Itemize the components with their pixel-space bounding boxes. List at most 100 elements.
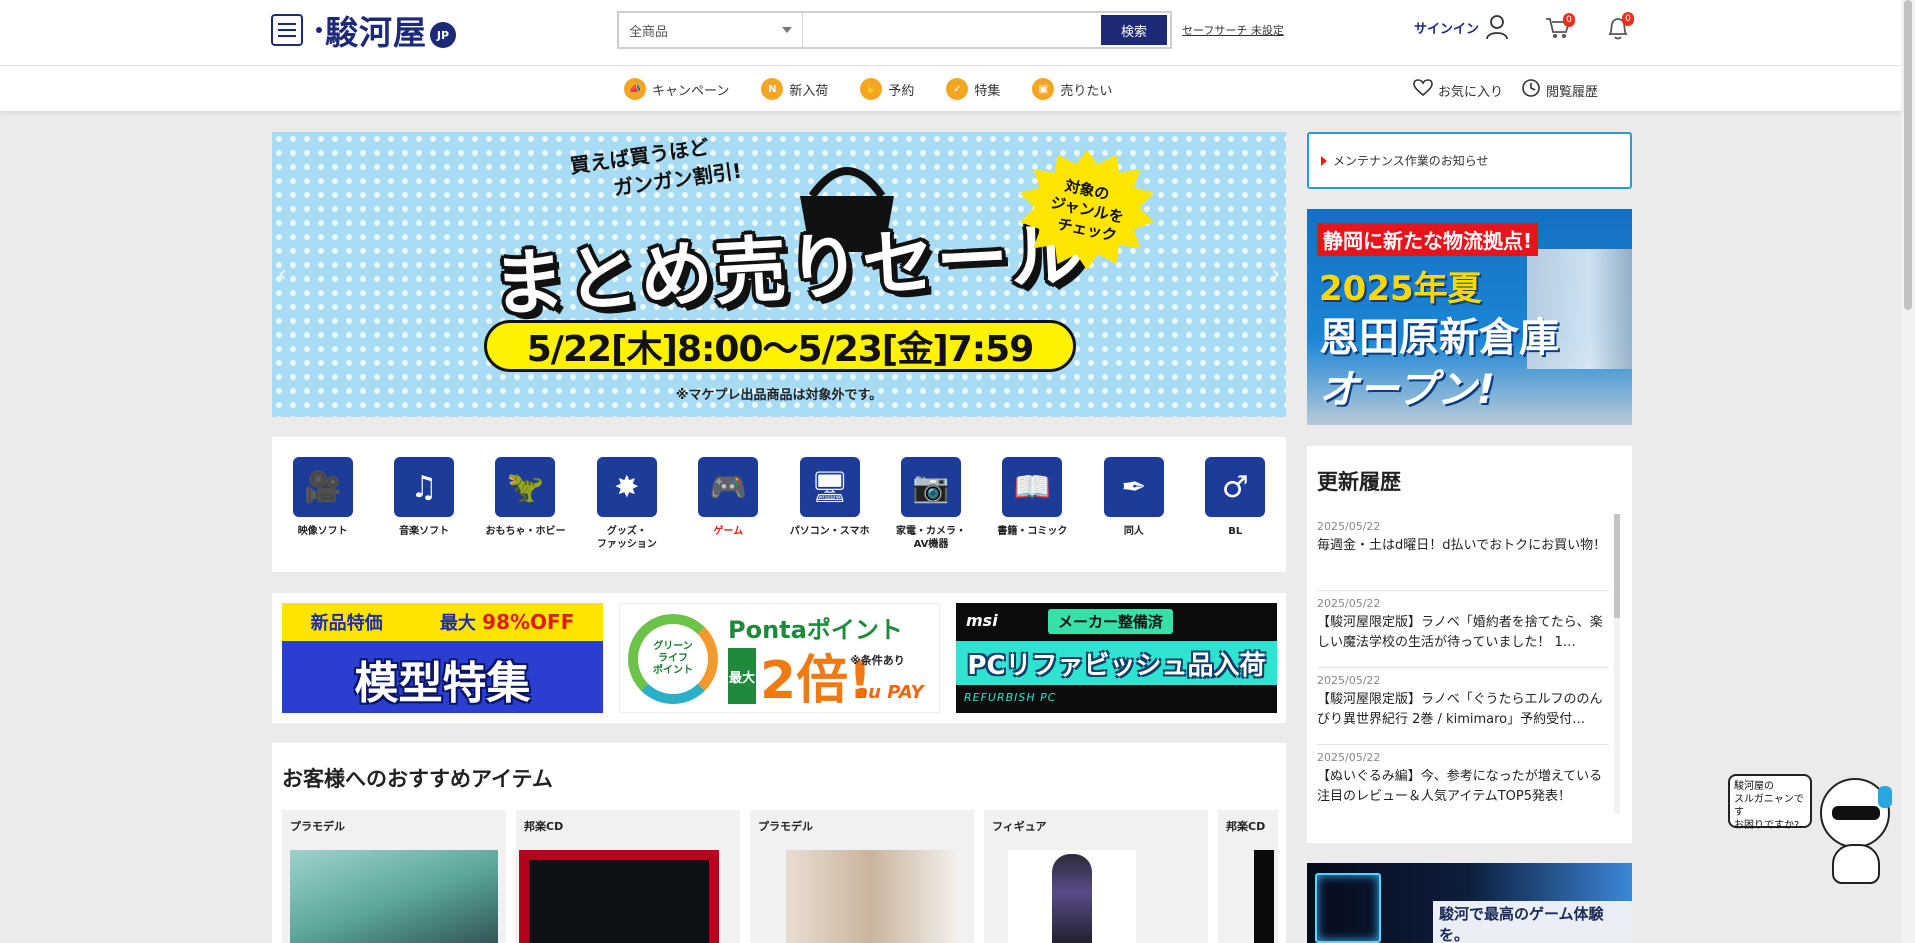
box-icon: ▣ <box>1032 78 1055 100</box>
category-label: 家電・カメラ・ AV機器 <box>896 526 967 550</box>
product-card[interactable]: プラモデル <box>282 810 506 943</box>
notification-count-badge: 0 <box>1622 12 1634 26</box>
category-goods[interactable]: ✸ グッズ・ ファッション <box>576 457 677 572</box>
music-note-icon: ♫ <box>394 457 455 517</box>
scrollbar-thumb[interactable] <box>1904 0 1912 310</box>
update-text[interactable]: 毎週金・土はd曜日！d払いでおトクにお買い物！ <box>1317 536 1609 556</box>
category-label: 同人 <box>1123 526 1144 537</box>
nav-right: お気に入り 閲覧履歴 <box>1413 78 1598 102</box>
category-doujin[interactable]: ✒ 同人 <box>1083 457 1184 572</box>
promo-date: 2025年夏 <box>1319 269 1482 309</box>
carousel-next-arrow[interactable]: › <box>1271 262 1280 287</box>
product-image[interactable] <box>519 850 719 943</box>
nav-items: 📣 キャンペーン N 新入荷 ✋ 予約 ✓ 特集 ▣ 売りたい <box>624 76 1144 102</box>
page-scrollbar[interactable] <box>1901 0 1915 943</box>
signin-label: サインイン <box>1414 21 1480 37</box>
category-label: 映像ソフト <box>297 526 348 537</box>
product-image[interactable] <box>290 850 498 943</box>
cat-mascot-icon <box>1820 778 1892 848</box>
category-music[interactable]: ♫ 音楽ソフト <box>373 457 474 572</box>
list-item[interactable]: 2025/05/22 【駿河屋限定版】ラノベ「ぐうたらエルフののんびり異世界紀行… <box>1317 668 1609 745</box>
history-link[interactable]: 閲覧履歴 <box>1521 78 1598 102</box>
signin-link[interactable]: サインイン <box>1414 14 1509 40</box>
product-card[interactable]: フィギュア <box>984 810 1208 943</box>
category-video[interactable]: 🎥 映像ソフト <box>272 457 373 572</box>
update-text[interactable]: 【ぬいぐるみ編】今、参考になったが増えている注目のレビュー＆人気アイテムTOP5… <box>1317 767 1609 807</box>
search-input[interactable] <box>803 13 1101 47</box>
nav-item-label: 売りたい <box>1060 83 1113 99</box>
category-bl[interactable]: ♂ BL <box>1185 457 1286 572</box>
game-experience-banner[interactable]: 駿河で最高のゲーム体験を。 <box>1307 863 1632 943</box>
hand-icon: ✋ <box>860 78 883 100</box>
user-icon <box>1485 14 1509 40</box>
ring-label: グリーン ライフ ポイント <box>653 641 693 676</box>
model-banner-discount: 98%OFF <box>482 610 575 634</box>
nav-item-campaign[interactable]: 📣 キャンペーン <box>624 76 729 102</box>
search-button[interactable]: 検索 <box>1101 15 1167 45</box>
category-pc[interactable]: 🖥 パソコン・スマホ <box>779 457 880 572</box>
chat-bubble: 駿河屋の スルガニャンです お困りですか? <box>1728 774 1812 831</box>
gaming-pc-image <box>1315 873 1381 943</box>
category-electronics[interactable]: 📷 家電・カメラ・ AV機器 <box>880 457 981 572</box>
warehouse-promo-banner[interactable]: 静岡に新たな物流拠点! 2025年夏 恩田原新倉庫 オープン! <box>1307 209 1632 425</box>
model-banner-tagline: 新品特価 最大 98%OFF <box>282 603 603 641</box>
ponta-max: 最大 <box>728 648 756 704</box>
pc-banner-subtitle: REFURBISH PC <box>964 691 1057 704</box>
nav-item-features[interactable]: ✓ 特集 <box>946 76 1000 102</box>
product-card[interactable]: 邦楽CD <box>516 810 740 943</box>
site-logo[interactable]: 駿河屋 JP <box>316 6 456 54</box>
cart-icon[interactable]: 0 <box>1545 13 1575 40</box>
maintenance-notice[interactable]: メンテナンス作業のお知らせ <box>1307 132 1632 189</box>
update-text[interactable]: 【駿河屋限定版】ラノベ「ぐうたらエルフののんびり異世界紀行 2巻 / kimim… <box>1317 690 1609 730</box>
product-image[interactable] <box>1008 850 1136 943</box>
heart-icon <box>1413 79 1433 101</box>
list-item[interactable]: 2025/05/22 毎週金・土はd曜日！d払いでおトクにお買い物！ <box>1317 514 1609 591</box>
hero-banner[interactable]: ‹ › 買えば買うほど ガンガン割引! まとめ売りセール 対象の ジャンルを チ… <box>272 132 1286 417</box>
bell-icon[interactable]: 0 <box>1606 12 1634 41</box>
msi-logo: msi <box>966 611 998 630</box>
list-item[interactable]: 2025/05/22 【駿河屋限定版】ラノベ「婚約者を捨てたら、楽しい魔法学校の… <box>1317 591 1609 668</box>
product-category: プラモデル <box>290 820 345 833</box>
chevron-down-icon <box>782 27 792 33</box>
category-books[interactable]: 📖 書籍・コミック <box>982 457 1083 572</box>
pc-refurbish-banner[interactable]: msi メーカー整備済 PCリファビッシュ品入荷 REFURBISH PC <box>956 603 1277 713</box>
update-text[interactable]: 【駿河屋限定版】ラノベ「婚約者を捨てたら、楽しい魔法学校の生活が待っていました！… <box>1317 613 1609 653</box>
nav-item-label: 予約 <box>888 83 915 99</box>
clock-icon <box>1521 78 1541 102</box>
safe-search-link[interactable]: セーフサーチ 未設定 <box>1182 22 1284 38</box>
menu-icon[interactable] <box>271 14 303 46</box>
promo-open: オープン! <box>1319 367 1495 413</box>
product-card[interactable]: プラモデル <box>750 810 974 943</box>
search-category-select[interactable]: 全商品 <box>619 13 803 47</box>
nav-item-sell[interactable]: ▣ 売りたい <box>1032 76 1112 102</box>
list-item[interactable]: 2025/05/22 【ぬいぐるみ編】今、参考になったが増えている注目のレビュー… <box>1317 745 1609 814</box>
carousel-prev-arrow[interactable]: ‹ <box>278 262 287 287</box>
product-card[interactable]: 邦楽CD <box>1218 810 1278 943</box>
product-image[interactable] <box>786 850 956 943</box>
product-image[interactable] <box>1254 850 1274 943</box>
hero-title: まとめ売りセール <box>490 211 1087 327</box>
category-label: BL <box>1228 526 1243 537</box>
triangle-right-icon <box>1321 155 1327 166</box>
category-label: パソコン・スマホ <box>789 526 870 537</box>
chat-assistant-mascot[interactable]: 駿河屋の スルガニャンです お困りですか? <box>1728 770 1898 890</box>
update-list-scrollbar[interactable] <box>1614 514 1620 814</box>
section-title: 更新履歴 <box>1317 470 1401 494</box>
promo-headline: 静岡に新たな物流拠点! <box>1317 223 1539 256</box>
cat-mascot-body <box>1832 844 1880 884</box>
camera-headphones-icon: 📷 <box>901 457 962 517</box>
logo-jp-badge: JP <box>430 22 456 48</box>
product-category: フィギュア <box>992 820 1047 833</box>
model-banner-title: 模型特集 <box>354 658 531 709</box>
nav-item-reservation[interactable]: ✋ 予約 <box>860 76 914 102</box>
nav-item-new-arrivals[interactable]: N 新入荷 <box>761 76 828 102</box>
category-toys[interactable]: 🦖 おもちゃ・ホビー <box>475 457 576 572</box>
ponta-banner[interactable]: グリーン ライフ ポイント Pontaポイント 最大 2倍! ※条件あり au … <box>619 603 940 713</box>
favorites-link[interactable]: お気に入り <box>1413 78 1503 102</box>
model-sale-banner[interactable]: 新品特価 最大 98%OFF 模型特集 <box>282 603 603 713</box>
favorites-label: お気に入り <box>1438 84 1504 100</box>
star-badge-icon: ✸ <box>596 457 657 517</box>
category-game[interactable]: 🎮 ゲーム <box>678 457 779 572</box>
logo-text: 駿河屋 <box>325 13 427 52</box>
nav-item-label: キャンペーン <box>652 83 730 99</box>
